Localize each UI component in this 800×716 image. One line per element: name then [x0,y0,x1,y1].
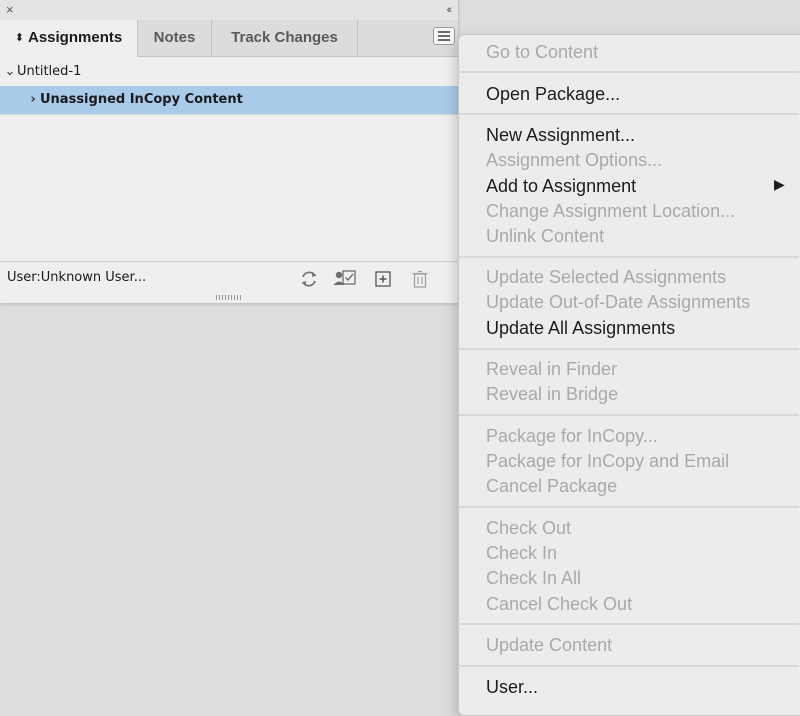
menu-reveal-in-finder[interactable]: Reveal in Finder [486,357,617,381]
trash-icon[interactable] [409,268,431,290]
menu-line-2 [438,35,450,37]
menu-update-all-assignments[interactable]: Update All Assignments [486,316,675,340]
close-icon[interactable]: × [6,2,14,18]
assignments-panel: × ‹‹ ⬍ Assignments Notes Track Changes ⌄ U… [0,0,459,303]
menu-separator [459,623,799,625]
tab-notes[interactable]: Notes [138,20,212,56]
user-check-icon[interactable] [332,268,358,290]
tab-track-changes[interactable]: Track Changes [212,20,358,56]
menu-line-3 [438,39,450,41]
menu-cancel-check-out[interactable]: Cancel Check Out [486,592,632,616]
add-icon[interactable] [372,268,394,290]
panel-titlebar: × ‹‹ [0,0,458,20]
menu-update-selected-assignments[interactable]: Update Selected Assignments [486,265,726,289]
menu-package-for-incopy-and-email[interactable]: Package for InCopy and Email [486,449,729,473]
menu-change-assignment-location[interactable]: Change Assignment Location... [486,199,735,223]
menu-package-for-incopy[interactable]: Package for InCopy... [486,424,658,448]
menu-update-content[interactable]: Update Content [486,633,612,657]
chevron-down-icon[interactable]: ⌄ [3,58,17,86]
tree-item-row[interactable]: › Unassigned InCopy Content [0,86,458,114]
menu-user[interactable]: User... [486,675,538,699]
item-name: Unassigned InCopy Content [40,92,243,107]
tree-document-row[interactable]: ⌄ Untitled-1 [0,58,458,86]
refresh-icon[interactable] [298,268,320,290]
panel-footer: User:Unknown User... [0,261,458,296]
submenu-arrow-icon: ▶ [774,176,785,192]
tab-notes-label: Notes [153,29,196,46]
tab-bar: ⬍ Assignments Notes Track Changes [0,20,458,57]
tab-assignments[interactable]: ⬍ Assignments [0,20,138,57]
menu-line-1 [438,31,450,33]
menu-check-in-all[interactable]: Check In All [486,566,581,590]
menu-add-to-assignment[interactable]: Add to Assignment [486,174,636,198]
menu-separator [459,348,799,350]
menu-assignment-options[interactable]: Assignment Options... [486,148,662,172]
menu-update-out-of-date-assignments[interactable]: Update Out-of-Date Assignments [486,290,750,314]
chevron-right-icon[interactable]: › [26,86,40,114]
panel-menu-button[interactable] [433,27,455,45]
resize-grip[interactable] [216,295,242,300]
menu-go-to-content[interactable]: Go to Content [486,40,598,64]
menu-new-assignment[interactable]: New Assignment... [486,123,635,147]
menu-separator [459,665,799,667]
sort-updown-icon: ⬍ [14,32,24,44]
menu-check-out[interactable]: Check Out [486,516,571,540]
tab-assignments-label: Assignments [28,29,123,46]
menu-check-in[interactable]: Check In [486,541,557,565]
menu-separator [459,71,799,73]
menu-separator [459,414,799,416]
tab-track-changes-label: Track Changes [231,29,338,46]
document-name: Untitled-1 [17,64,82,79]
menu-unlink-content[interactable]: Unlink Content [486,224,604,248]
menu-open-package[interactable]: Open Package... [486,82,620,106]
menu-separator [459,113,799,115]
user-label[interactable]: User:Unknown User... [7,270,146,285]
menu-separator [459,256,799,258]
menu-cancel-package[interactable]: Cancel Package [486,474,617,498]
collapse-icon[interactable]: ‹‹ [447,2,453,18]
menu-separator [459,506,799,508]
menu-reveal-in-bridge[interactable]: Reveal in Bridge [486,382,618,406]
row-divider [0,114,458,115]
